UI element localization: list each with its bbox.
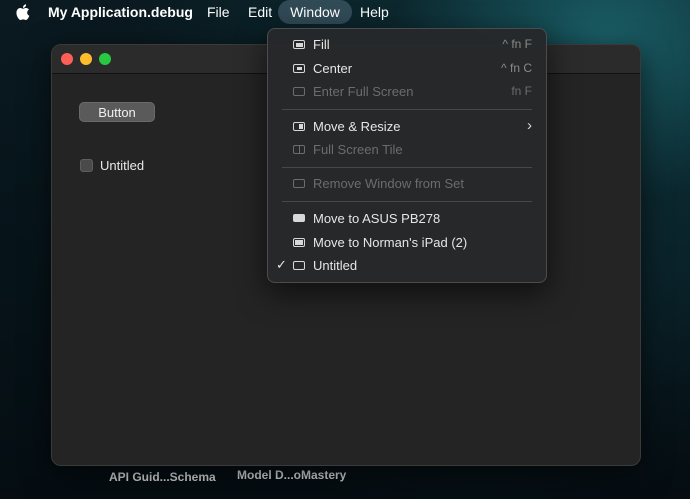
menu-item-center[interactable]: Center ^ fn C bbox=[268, 58, 546, 80]
menu-item-label: Full Screen Tile bbox=[313, 142, 403, 157]
submenu-chevron-icon: › bbox=[527, 117, 532, 134]
menu-item-label: Center bbox=[313, 61, 353, 76]
menu-item-untitled[interactable]: ✓ Untitled bbox=[268, 255, 546, 277]
checkbox-label: Untitled bbox=[100, 158, 145, 173]
desktop-file-label[interactable]: API Guid...Schema bbox=[109, 470, 216, 484]
menu-item-remove-window: Remove Window from Set bbox=[268, 173, 546, 195]
move-resize-icon bbox=[293, 122, 305, 131]
menu-item-move-resize[interactable]: Move & Resize › bbox=[268, 116, 546, 138]
close-button[interactable] bbox=[61, 53, 73, 65]
menu-window[interactable]: Window bbox=[278, 0, 352, 24]
menu-item-label: Move & Resize bbox=[313, 119, 401, 134]
center-icon bbox=[293, 64, 305, 73]
tile-icon bbox=[293, 145, 305, 154]
menu-app-name[interactable]: My Application.debug bbox=[48, 4, 193, 20]
maximize-button[interactable] bbox=[99, 53, 111, 65]
menu-file[interactable]: File bbox=[207, 4, 230, 20]
menu-item-label: Enter Full Screen bbox=[313, 84, 414, 99]
menu-item-enter-full-screen: Enter Full Screen fn F bbox=[268, 81, 546, 103]
menu-bar: My Application.debug File Edit Window He… bbox=[0, 0, 690, 24]
menu-item-label: Fill bbox=[313, 37, 330, 52]
window-menu-dropdown: Fill ^ fn F Center ^ fn C Enter Full Scr… bbox=[267, 28, 547, 283]
menu-item-full-screen-tile: Full Screen Tile bbox=[268, 139, 546, 161]
desktop-file-label[interactable]: Model D...oMastery bbox=[237, 468, 346, 482]
menu-separator bbox=[282, 201, 532, 202]
menu-item-move-asus[interactable]: Move to ASUS PB278 bbox=[268, 208, 546, 230]
menu-help[interactable]: Help bbox=[360, 4, 389, 20]
shortcut-label: ^ fn F bbox=[502, 37, 532, 51]
menu-item-label: Move to Norman's iPad (2) bbox=[313, 235, 468, 250]
menu-edit[interactable]: Edit bbox=[248, 4, 272, 20]
untitled-checkbox[interactable] bbox=[80, 159, 93, 172]
ipad-icon bbox=[293, 238, 305, 247]
full-screen-icon bbox=[293, 87, 305, 96]
minimize-button[interactable] bbox=[80, 53, 92, 65]
shortcut-label: ^ fn C bbox=[501, 61, 532, 75]
push-button[interactable]: Button bbox=[79, 102, 155, 122]
window-icon bbox=[293, 261, 305, 270]
checkmark-icon: ✓ bbox=[276, 257, 287, 272]
menu-separator bbox=[282, 167, 532, 168]
menu-item-fill[interactable]: Fill ^ fn F bbox=[268, 34, 546, 56]
apple-logo-icon[interactable] bbox=[14, 3, 30, 21]
fill-icon bbox=[293, 40, 305, 49]
menu-separator bbox=[282, 109, 532, 110]
display-icon bbox=[293, 214, 305, 222]
shortcut-label: fn F bbox=[511, 84, 532, 98]
menu-item-label: Move to ASUS PB278 bbox=[313, 211, 441, 226]
menu-item-move-ipad[interactable]: Move to Norman's iPad (2) bbox=[268, 232, 546, 254]
remove-window-icon bbox=[293, 179, 305, 188]
menu-item-label: Untitled bbox=[313, 258, 358, 273]
menu-item-label: Remove Window from Set bbox=[313, 176, 464, 191]
